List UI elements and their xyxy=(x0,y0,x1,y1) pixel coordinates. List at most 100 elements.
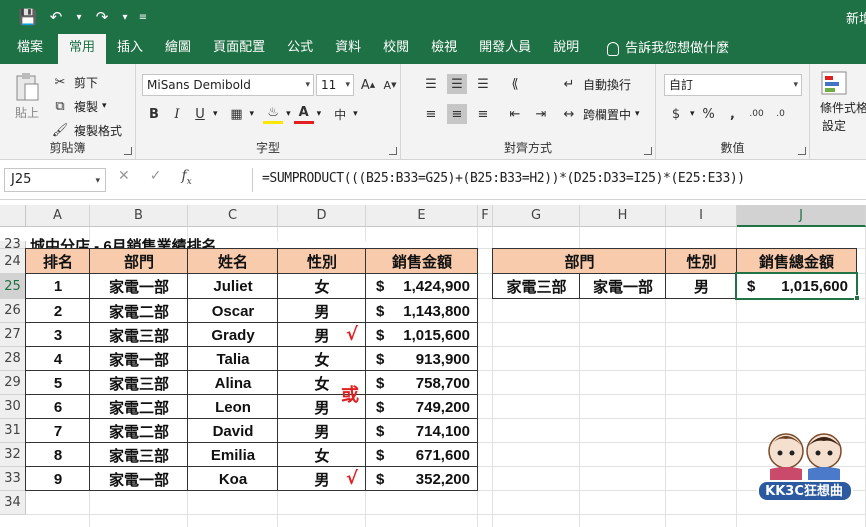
row-header-31[interactable]: 31 xyxy=(0,419,26,443)
chevron-down-icon[interactable]: ▾ xyxy=(213,109,218,119)
percent-icon[interactable]: % xyxy=(699,104,719,124)
column-header-d[interactable]: D xyxy=(278,205,366,227)
tab-page-layout[interactable]: 頁面配置 xyxy=(202,34,276,64)
alignment-launcher-icon[interactable] xyxy=(644,147,652,155)
increase-indent-icon[interactable]: ⇥ xyxy=(531,104,551,124)
increase-decimal-icon[interactable]: .00 xyxy=(747,104,767,124)
rank-cell: 7 xyxy=(53,422,63,440)
criteria-dept2-cell[interactable]: 家電一部 xyxy=(580,274,666,299)
column-header-a[interactable]: A xyxy=(26,205,90,227)
font-launcher-icon[interactable] xyxy=(389,147,397,155)
column-header-e[interactable]: E xyxy=(366,205,478,227)
italic-icon[interactable]: I xyxy=(167,104,187,124)
column-header-h[interactable]: H xyxy=(580,205,666,227)
wrap-text-button[interactable]: ↵ 自動換行 xyxy=(559,74,631,94)
select-all-corner[interactable] xyxy=(0,205,26,227)
fill-color-icon[interactable]: ♨ xyxy=(263,104,284,124)
fill-handle[interactable] xyxy=(854,295,860,301)
font-color-icon[interactable]: A xyxy=(293,104,314,124)
criteria-dept1-cell[interactable]: 家電三部 xyxy=(493,274,580,299)
align-bottom-icon[interactable]: ☰ xyxy=(473,74,493,94)
font-size-select[interactable]: 11 ▾ xyxy=(316,74,354,96)
row-header-33[interactable]: 33 xyxy=(0,467,26,491)
redo-icon[interactable]: ↷ xyxy=(88,5,116,29)
number-launcher-icon[interactable] xyxy=(798,147,806,155)
column-header-j[interactable]: J xyxy=(737,205,866,227)
insert-function-icon[interactable]: fx xyxy=(181,168,191,187)
row-header-28[interactable]: 28 xyxy=(0,347,26,371)
chevron-down-icon[interactable]: ▾ xyxy=(286,109,291,119)
tab-formulas[interactable]: 公式 xyxy=(276,34,324,64)
conditional-format-button[interactable]: 條件式格 設定 xyxy=(820,70,866,134)
tab-home[interactable]: 常用 xyxy=(58,34,107,64)
merge-center-button[interactable]: ↔ 跨欄置中 ▾ xyxy=(559,104,640,124)
copy-button[interactable]: ⧉ 複製 ▾ xyxy=(50,96,106,116)
tab-help[interactable]: 說明 xyxy=(542,34,590,64)
row-header-25[interactable]: 25 xyxy=(0,274,26,299)
tell-me-box[interactable]: 告訴我您想做什麼 xyxy=(596,34,740,64)
undo-dropdown-icon[interactable]: ▾ xyxy=(70,5,88,29)
row-header-24[interactable]: 24 xyxy=(0,249,26,274)
increase-font-icon[interactable]: A ▲ xyxy=(358,75,378,95)
formula-input[interactable]: =SUMPRODUCT(((B25:B33=G25)+(B25:B33=H2))… xyxy=(262,171,745,186)
column-header-f[interactable]: F xyxy=(478,205,493,227)
font-name-select[interactable]: MiSans Demibold ▾ xyxy=(142,74,314,96)
borders-icon[interactable]: ▦ xyxy=(227,104,247,124)
criteria-gender-cell[interactable]: 男 xyxy=(666,274,737,299)
tab-review[interactable]: 校閱 xyxy=(372,34,420,64)
row-header-27[interactable]: 27 xyxy=(0,323,26,347)
undo-icon[interactable]: ↶ xyxy=(42,5,70,29)
align-left-icon[interactable]: ≡ xyxy=(421,104,441,124)
currency-symbol: $ xyxy=(376,278,385,295)
chevron-down-icon[interactable]: ▾ xyxy=(317,109,322,119)
cancel-icon[interactable]: ✕ xyxy=(118,168,130,187)
column-header-i[interactable]: I xyxy=(666,205,737,227)
name-box[interactable]: J25 ▾ xyxy=(4,168,106,192)
column-header-c[interactable]: C xyxy=(188,205,278,227)
customize-qat-icon[interactable]: ≡ xyxy=(134,5,152,29)
tab-draw[interactable]: 繪圖 xyxy=(154,34,202,64)
save-icon[interactable]: 💾 xyxy=(14,5,42,29)
enter-icon[interactable]: ✓ xyxy=(150,168,162,187)
clipboard-launcher-icon[interactable] xyxy=(124,147,132,155)
column-header-g[interactable]: G xyxy=(493,205,580,227)
decrease-indent-icon[interactable]: ⇤ xyxy=(505,104,525,124)
align-right-icon[interactable]: ≡ xyxy=(473,104,493,124)
paste-button[interactable]: 貼上 xyxy=(14,72,40,121)
styles-group: 條件式格 設定 xyxy=(810,64,866,160)
currency-icon[interactable]: $ xyxy=(666,104,686,124)
row-header-30[interactable]: 30 xyxy=(0,395,26,419)
redo-dropdown-icon[interactable]: ▾ xyxy=(116,5,134,29)
tab-developer[interactable]: 開發人員 xyxy=(468,34,542,64)
row-header-26[interactable]: 26 xyxy=(0,299,26,323)
column-header-b[interactable]: B xyxy=(90,205,188,227)
row-header-32[interactable]: 32 xyxy=(0,443,26,467)
bold-icon[interactable]: B xyxy=(144,104,164,124)
tab-insert[interactable]: 插入 xyxy=(106,34,154,64)
align-middle-icon[interactable]: ☰ xyxy=(447,74,467,94)
orientation-icon[interactable]: ⟪ xyxy=(505,74,525,94)
underline-icon[interactable]: U xyxy=(190,104,210,124)
number-format-select[interactable]: 自訂 ▾ xyxy=(664,74,802,96)
align-top-icon[interactable]: ☰ xyxy=(421,74,441,94)
row-header-29[interactable]: 29 xyxy=(0,371,26,395)
cut-button[interactable]: ✂ 剪下 xyxy=(50,72,98,92)
decrease-font-icon[interactable]: A ▼ xyxy=(380,75,400,95)
tab-data[interactable]: 資料 xyxy=(324,34,372,64)
table-border-horizontal xyxy=(25,394,478,395)
chevron-down-icon[interactable]: ▾ xyxy=(690,109,695,119)
decrease-decimal-icon[interactable]: .0 xyxy=(771,104,791,124)
row-header-34[interactable]: 34 xyxy=(0,491,26,515)
phonetic-icon[interactable]: 中 xyxy=(330,104,350,124)
paste-icon xyxy=(16,73,39,101)
name-cell: Juliet xyxy=(213,278,253,295)
chevron-down-icon[interactable]: ▾ xyxy=(353,109,358,119)
comma-icon[interactable]: , xyxy=(723,104,743,124)
tab-file[interactable]: 檔案 xyxy=(6,34,54,64)
format-painter-button[interactable]: 🖌 複製格式 xyxy=(50,120,122,140)
row-header-23[interactable]: 23 xyxy=(0,238,26,251)
selected-cell-j25[interactable] xyxy=(735,272,858,300)
tab-view[interactable]: 檢視 xyxy=(420,34,468,64)
chevron-down-icon[interactable]: ▾ xyxy=(250,109,255,119)
align-center-icon[interactable]: ≡ xyxy=(447,104,467,124)
